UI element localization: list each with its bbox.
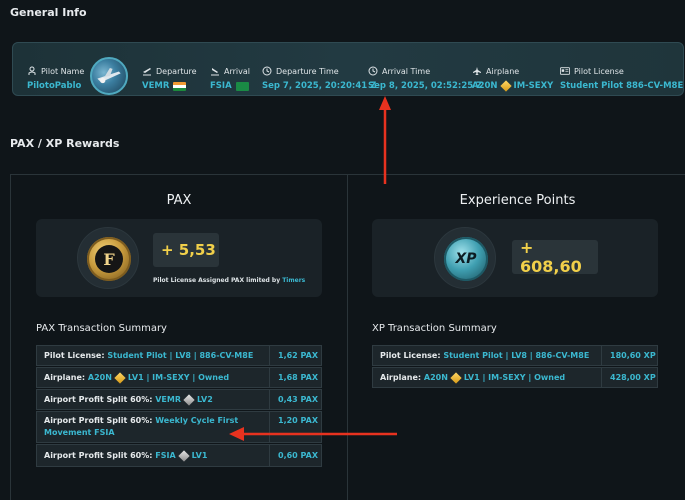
pax-summary-title: PAX Transaction Summary <box>36 323 167 334</box>
xp-reward-card: XP + 608,60 <box>372 219 658 297</box>
pilot-name-label: Pilot Name <box>41 66 85 76</box>
pax-coin: F <box>77 227 139 289</box>
rewards-section-title: PAX / XP Rewards <box>10 137 120 150</box>
table-row: Pilot License: Student Pilot | LV8 | 886… <box>36 345 322 366</box>
table-row: Airplane: A20N LV1 | IM-SEXY | Owned 1,6… <box>36 367 322 388</box>
pax-note-text: Pilot License Assigned PAX limited by <box>153 277 281 284</box>
xp-coin: XP <box>434 227 496 289</box>
row-detail[interactable]: Student Pilot | LV8 | 886-CV-M8E <box>443 350 589 362</box>
pilot-license-field: Pilot License Student Pilot 886-CV-M8E <box>560 65 683 91</box>
india-flag-icon <box>173 81 187 91</box>
row-detail[interactable]: LV1 <box>192 450 208 462</box>
clock-icon <box>262 66 272 76</box>
row-detail[interactable]: Student Pilot | LV8 | 886-CV-M8E <box>107 350 253 362</box>
departure-time-field: Departure Time Sep 7, 2025, 20:20:41 Z <box>262 65 376 91</box>
pilot-icon <box>27 66 37 76</box>
row-detail[interactable]: LV1 | IM-SEXY | Owned <box>464 372 565 384</box>
row-label: Airplane: <box>44 372 86 382</box>
table-row: Pilot License: Student Pilot | LV8 | 886… <box>372 345 658 366</box>
table-row: Airport Profit Split 60%: FSIA LV1 0,60 … <box>36 444 322 467</box>
row-detail[interactable]: A20N <box>88 372 112 384</box>
departure-value[interactable]: VEMR <box>142 81 169 91</box>
clock-icon <box>368 66 378 76</box>
column-divider <box>347 175 348 500</box>
airplane-label: Airplane <box>486 66 520 76</box>
row-label: Airport Profit Split 60%: <box>44 394 153 404</box>
rewards-panel: PAX F + 5,53 Pilot License Assigned PAX … <box>10 174 685 500</box>
arrival-label: Arrival <box>224 66 250 76</box>
row-detail[interactable]: A20N <box>424 372 448 384</box>
row-label: Airport Profit Split 60%: <box>44 416 153 425</box>
row-detail[interactable]: LV2 <box>197 394 213 406</box>
row-label: Airport Profit Split 60%: <box>44 450 153 460</box>
row-label: Pilot License: <box>44 350 105 360</box>
row-value: 0,60 PAX <box>270 444 322 467</box>
departure-field: Departure VEMR <box>142 65 197 92</box>
license-icon <box>560 66 570 76</box>
airplane-model-value[interactable]: A20N <box>472 81 498 91</box>
pilot-license-label: Pilot License <box>574 66 624 76</box>
row-value: 1,68 PAX <box>270 367 322 388</box>
seychelles-flag-icon <box>235 81 249 91</box>
row-value: 1,62 PAX <box>270 345 322 366</box>
pax-coin-icon: F <box>95 245 123 273</box>
table-row: Airplane: A20N LV1 | IM-SEXY | Owned 428… <box>372 367 658 388</box>
arrival-value[interactable]: FSIA <box>210 81 232 91</box>
xp-coin-icon: XP <box>455 251 477 267</box>
departure-time-label: Departure Time <box>276 66 339 76</box>
gold-diamond-icon <box>114 371 126 384</box>
table-row: Airport Profit Split 60%: Weekly Cycle F… <box>36 411 322 443</box>
arrival-time-value: Sep 8, 2025, 02:52:25 Z <box>368 81 483 91</box>
pax-reward-card: F + 5,53 Pilot License Assigned PAX limi… <box>36 219 322 297</box>
pilot-avatar <box>90 57 128 95</box>
arrow-up-to-arrival-time <box>379 96 391 184</box>
pilot-name-value[interactable]: PilotoPablo <box>27 81 84 91</box>
airplane-field: Airplane A20N IM-SEXY <box>472 65 554 92</box>
xp-summary-title: XP Transaction Summary <box>372 323 497 334</box>
pilot-license-value[interactable]: Student Pilot 886-CV-M8E <box>560 81 683 91</box>
pilot-name-field: Pilot Name PilotoPablo <box>27 65 84 91</box>
arrival-time-label: Arrival Time <box>382 66 431 76</box>
silver-diamond-icon <box>183 393 195 406</box>
takeoff-icon <box>142 66 152 76</box>
flight-info-bar: Pilot Name PilotoPablo Departure VEMR Ar… <box>12 42 684 96</box>
row-value: 180,60 XP <box>602 345 658 366</box>
row-detail[interactable]: VEMR <box>155 394 181 406</box>
xp-column-title: Experience Points <box>459 193 576 208</box>
gold-diamond-icon <box>450 371 462 384</box>
pax-amount: + 5,53 <box>153 233 219 267</box>
silver-diamond-icon <box>177 449 190 462</box>
arrival-time-field: Arrival Time Sep 8, 2025, 02:52:25 Z <box>368 65 482 91</box>
departure-time-value: Sep 7, 2025, 20:20:41 Z <box>262 81 377 91</box>
departure-label: Departure <box>156 66 197 76</box>
gold-diamond-icon <box>499 80 512 92</box>
row-value: 428,00 XP <box>602 367 658 388</box>
timers-link[interactable]: Timers <box>282 277 305 284</box>
arrival-field: Arrival FSIA <box>210 65 250 92</box>
row-label: Airplane: <box>380 372 422 382</box>
airplane-registration-value[interactable]: IM-SEXY <box>514 81 554 91</box>
landing-icon <box>210 66 220 76</box>
pax-column-title: PAX <box>166 193 192 208</box>
pax-note: Pilot License Assigned PAX limited by Ti… <box>153 277 305 284</box>
airplane-icon <box>472 66 482 76</box>
row-label: Pilot License: <box>380 350 441 360</box>
row-value: 1,20 PAX <box>270 411 322 443</box>
xp-amount: + 608,60 <box>512 238 598 276</box>
row-value: 0,43 PAX <box>270 389 322 410</box>
general-info-title: General Info <box>10 6 87 19</box>
row-detail[interactable]: FSIA <box>155 450 175 462</box>
row-detail[interactable]: LV1 | IM-SEXY | Owned <box>128 372 229 384</box>
table-row: Airport Profit Split 60%: VEMR LV2 0,43 … <box>36 389 322 410</box>
